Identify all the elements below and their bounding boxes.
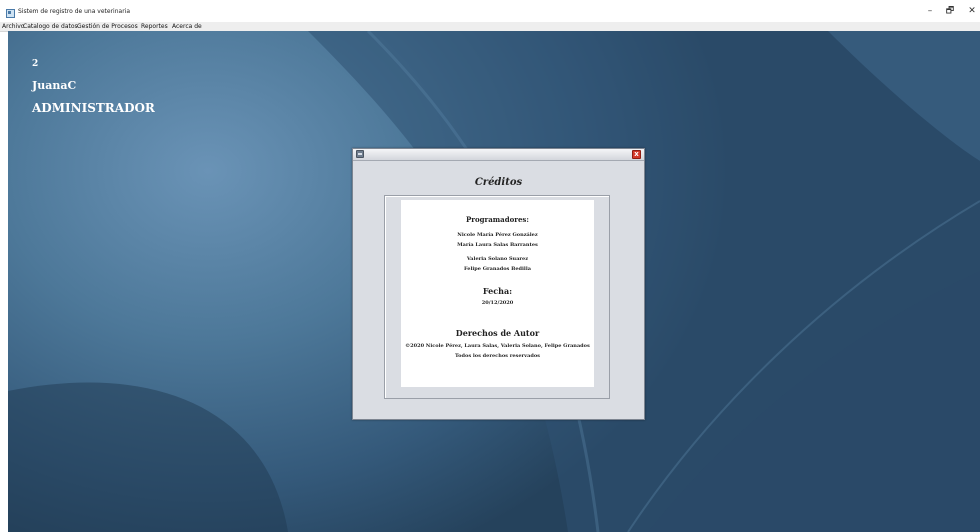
programmers-heading: Programadores: [466, 215, 529, 224]
menu-acerca-de[interactable]: Acerca de [172, 22, 202, 31]
dialog-close-icon[interactable]: x [632, 150, 641, 159]
copyright-text: ©2020 Nicole Pérez, Laura Salas, Valeria… [405, 343, 590, 349]
maximize-icon[interactable]: 🗗 [942, 6, 958, 16]
rights-reserved-text: Todos los derechos reservados [455, 353, 540, 359]
minimize-icon[interactable]: – [922, 6, 938, 16]
date-heading: Fecha: [482, 286, 513, 296]
credits-content: Programadores: Nicole María Pérez Gonzál… [401, 200, 594, 387]
frame-menu-icon[interactable] [356, 150, 364, 158]
credits-title: Créditos [474, 177, 523, 188]
menu-catalogo-de-datos[interactable]: Catalogo de datos [23, 22, 78, 31]
copyright-heading: Derechos de Autor [455, 328, 540, 338]
app-icon [6, 9, 15, 18]
user-role-label: ADMINISTRADOR [32, 101, 155, 115]
menu-reportes[interactable]: Reportes [141, 22, 168, 31]
username-label: JuanaC [32, 79, 77, 92]
programmer-name: Valeria Solano Suarez [466, 256, 529, 262]
menu-gestion-de-procesos[interactable]: Gestión de Procesos [77, 22, 138, 31]
window-title: Sistem de registro de una veterinaria [18, 8, 131, 15]
programmer-name: María Laura Salas Barrantes [457, 242, 538, 248]
desktop-pane: 2 JuanaC ADMINISTRADOR x Créditos Progra… [8, 31, 980, 532]
close-icon[interactable]: ✕ [964, 6, 980, 16]
window-title-bar: Sistem de registro de una veterinaria – … [0, 0, 980, 22]
user-id-label: 2 [32, 59, 39, 69]
dialog-title-bar[interactable]: x [353, 149, 644, 161]
menu-archivo[interactable]: Archivo [2, 22, 24, 31]
programmer-name: Nicole María Pérez González [457, 232, 538, 238]
date-value: 20/12/2020 [481, 300, 514, 306]
programmer-name: Felipe Granados Bedilla [464, 266, 531, 272]
credits-dialog: x Créditos Programadores: Nicole María P… [352, 148, 645, 420]
